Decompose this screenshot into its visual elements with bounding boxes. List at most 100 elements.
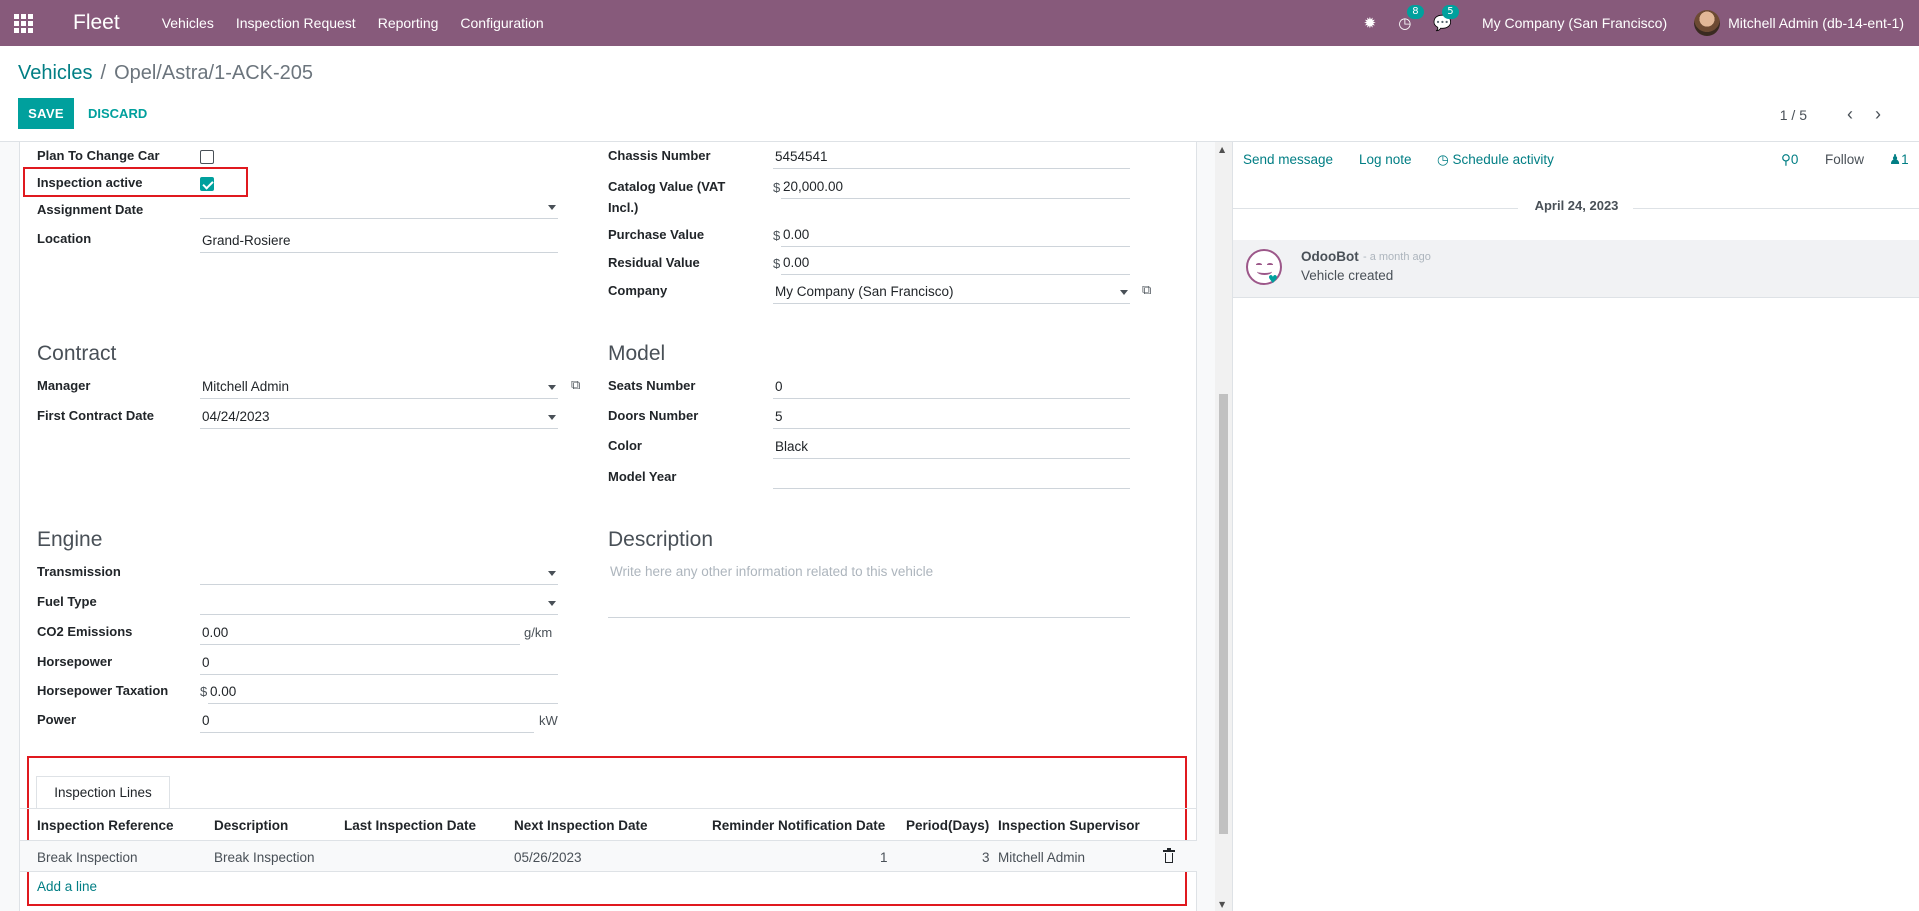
date-separator: April 24, 2023 (1534, 198, 1619, 213)
assignment-date-input[interactable] (200, 197, 558, 219)
manager-select[interactable]: Mitchell Admin (200, 377, 558, 399)
pager-value[interactable]: 1 / 5 (1780, 107, 1807, 123)
pager: 1 / 5 ‹ › (1780, 104, 1889, 125)
inspection-active-checkbox[interactable] (200, 177, 214, 191)
scroll-down-arrow-icon[interactable]: ▼ (1219, 900, 1225, 909)
co2-unit: g/km (524, 625, 553, 640)
location-label: Location (37, 231, 92, 246)
menu-inspection-request[interactable]: Inspection Request (236, 15, 356, 31)
description-textarea[interactable]: Write here any other information related… (608, 560, 1130, 618)
color-input[interactable]: Black (773, 437, 1130, 459)
breadcrumb-vehicles-link[interactable]: Vehicles (18, 62, 93, 84)
top-navbar: Fleet Vehicles Inspection Request Report… (0, 0, 1919, 46)
plan-change-checkbox[interactable] (200, 150, 214, 164)
menu-configuration[interactable]: Configuration (460, 15, 543, 31)
scrollbar-thumb[interactable] (1219, 394, 1228, 834)
residual-value-label: Residual Value (608, 255, 700, 270)
cell-inspection-supervisor[interactable]: Mitchell Admin (998, 850, 1085, 865)
schedule-activity-button[interactable]: ◷ Schedule activity (1437, 152, 1554, 168)
message-divider (1233, 297, 1919, 298)
residual-value-input[interactable]: 0.00 (781, 253, 1130, 275)
plan-change-label: Plan To Change Car (37, 148, 160, 163)
power-input[interactable]: 0 (200, 711, 534, 733)
cell-next-inspection-date[interactable]: 05/26/2023 (514, 850, 582, 865)
pager-previous-icon[interactable]: ‹ (1839, 104, 1861, 125)
attachments-count: 0 (1790, 152, 1799, 167)
col-last-inspection-date[interactable]: Last Inspection Date (344, 818, 476, 833)
send-message-button[interactable]: Send message (1243, 152, 1333, 167)
catalog-value-label-line1: Catalog Value (VAT (608, 179, 726, 194)
followers-button[interactable]: ♟1 (1889, 152, 1909, 168)
add-a-line-link[interactable]: Add a line (37, 879, 97, 894)
col-description[interactable]: Description (214, 818, 288, 833)
messages-chat-icon[interactable]: 💬 5 (1433, 5, 1459, 32)
message-body: Vehicle created (1301, 268, 1394, 283)
col-reminder-notification-date[interactable]: Reminder Notification Date (712, 818, 885, 833)
cell-description[interactable]: Break Inspection (214, 850, 315, 865)
discard-button[interactable]: DISCARD (82, 98, 153, 129)
menu-vehicles[interactable]: Vehicles (162, 15, 214, 31)
col-period-days[interactable]: Period(Days) (906, 818, 989, 833)
col-next-inspection-date[interactable]: Next Inspection Date (514, 818, 648, 833)
app-brand[interactable]: Fleet (73, 11, 120, 35)
attachments-button[interactable]: ⚲0 (1781, 152, 1798, 168)
purchase-currency: $ (773, 228, 781, 243)
co2-emissions-input[interactable]: 0.00 (200, 623, 520, 645)
transmission-select[interactable] (200, 563, 558, 585)
location-input[interactable]: Grand-Rosiere (200, 231, 558, 253)
breadcrumb: Vehicles / Opel/Astra/1-ACK-205 (18, 62, 313, 85)
manager-external-link-icon[interactable]: ⧉ (571, 378, 580, 393)
activity-clock-icon[interactable]: ◷ 8 (1398, 5, 1424, 32)
tab-underline (20, 808, 1197, 809)
message-count-badge: 5 (1442, 5, 1459, 19)
apps-menu-icon[interactable] (0, 0, 46, 46)
model-section-title: Model (608, 342, 666, 365)
first-contract-date-input[interactable]: 04/24/2023 (200, 407, 558, 429)
horsepower-input[interactable]: 0 (200, 653, 558, 675)
delete-row-trash-icon[interactable] (1163, 848, 1175, 863)
catalog-value-label-line2: Incl.) (608, 200, 639, 215)
menu-reporting[interactable]: Reporting (378, 15, 439, 31)
col-inspection-supervisor[interactable]: Inspection Supervisor (998, 818, 1140, 833)
follow-button[interactable]: Follow (1825, 152, 1864, 167)
model-year-input[interactable] (773, 467, 1130, 489)
breadcrumb-current: Opel/Astra/1-ACK-205 (114, 62, 314, 84)
catalog-value-input[interactable]: 20,000.00 (781, 177, 1130, 199)
horsepower-taxation-input[interactable]: 0.00 (208, 682, 558, 704)
company-switcher[interactable]: My Company (San Francisco) (1482, 15, 1667, 31)
horsepower-label: Horsepower (37, 654, 113, 669)
purchase-value-input[interactable]: 0.00 (781, 225, 1130, 247)
chatter-message: ♥ OdooBot - a month ago Vehicle created (1233, 240, 1919, 297)
model-year-label: Model Year (608, 469, 677, 484)
chassis-input[interactable]: 5454541 (773, 147, 1130, 169)
form-scrollbar[interactable]: ▲ ▼ (1215, 142, 1232, 911)
purchase-value-label: Purchase Value (608, 227, 705, 242)
pager-next-icon[interactable]: › (1867, 104, 1889, 125)
scroll-up-arrow-icon[interactable]: ▲ (1219, 145, 1225, 154)
fuel-type-select[interactable] (200, 593, 558, 615)
cell-period-days[interactable]: 3 (982, 850, 990, 865)
power-label: Power (37, 712, 77, 727)
debug-bug-icon[interactable]: ✹ (1364, 14, 1377, 32)
doors-number-input[interactable]: 5 (773, 407, 1130, 429)
user-name: Mitchell Admin (db-14-ent-1) (1728, 15, 1904, 31)
col-inspection-reference[interactable]: Inspection Reference (37, 818, 174, 833)
cell-reminder-notification-date[interactable]: 1 (880, 850, 888, 865)
message-author[interactable]: OdooBot (1301, 249, 1359, 264)
activity-count-badge: 8 (1407, 5, 1424, 19)
manager-select-value: Mitchell Admin (202, 379, 290, 394)
tab-inspection-lines[interactable]: Inspection Lines (36, 776, 170, 809)
person-icon: ♟ (1889, 152, 1902, 167)
log-note-button[interactable]: Log note (1359, 152, 1412, 167)
company-external-link-icon[interactable]: ⧉ (1142, 283, 1151, 298)
save-button[interactable]: SAVE (18, 98, 74, 129)
first-contract-date-label: First Contract Date (37, 408, 155, 423)
company-select-value: My Company (San Francisco) (775, 284, 954, 299)
company-select[interactable]: My Company (San Francisco) (773, 282, 1130, 304)
control-panel: Vehicles / Opel/Astra/1-ACK-205 SAVE DISCA… (0, 46, 1919, 142)
user-menu[interactable]: Mitchell Admin (db-14-ent-1) (1694, 10, 1904, 36)
catalog-currency: $ (773, 180, 781, 195)
cell-inspection-reference[interactable]: Break Inspection (37, 850, 138, 865)
seats-number-input[interactable]: 0 (773, 377, 1130, 399)
doors-number-label: Doors Number (608, 408, 699, 423)
